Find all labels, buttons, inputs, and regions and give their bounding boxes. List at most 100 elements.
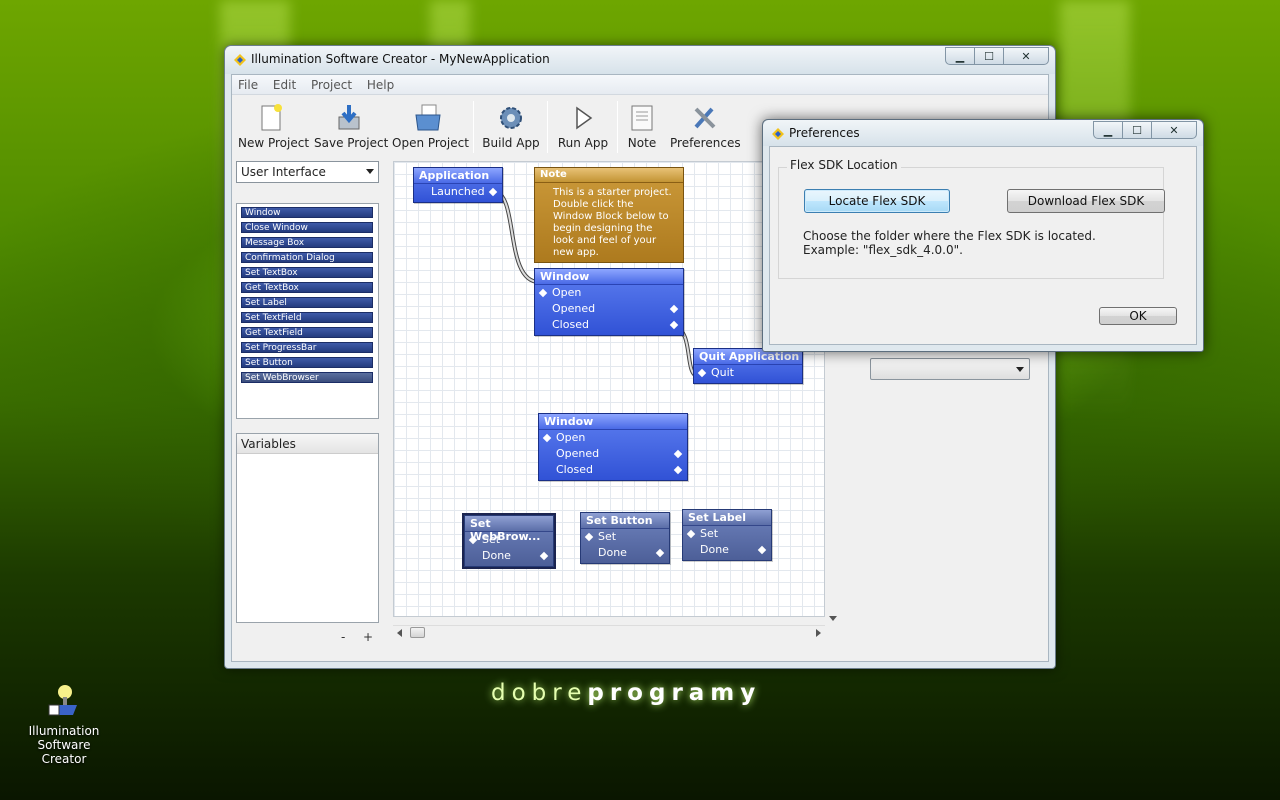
menu-edit[interactable]: Edit xyxy=(267,75,301,92)
minimize-button[interactable]: ▁ xyxy=(945,47,975,65)
set-port[interactable]: Set xyxy=(683,526,771,542)
list-item[interactable]: Set TextField xyxy=(241,312,373,323)
done-port[interactable]: Done xyxy=(465,548,553,564)
illumination-app-icon xyxy=(48,685,77,716)
note-text: This is a starter project. Double click … xyxy=(553,187,672,258)
set-port[interactable]: Set xyxy=(465,532,553,548)
menu-bar: File Edit Project Help xyxy=(232,75,1048,95)
note-icon xyxy=(631,105,653,131)
window-block[interactable]: Window Open Opened Closed xyxy=(534,268,684,336)
dialog-maximize-button[interactable]: ☐ xyxy=(1122,121,1152,139)
new-project-icon xyxy=(261,104,282,131)
list-item[interactable]: Window xyxy=(241,207,373,218)
save-project-icon xyxy=(338,105,360,130)
scroll-thumb[interactable] xyxy=(410,627,425,638)
variables-header: Variables xyxy=(237,434,378,454)
variables-panel: Variables xyxy=(236,433,379,623)
launched-port[interactable]: Launched xyxy=(414,184,502,200)
window-block[interactable]: Window Open Opened Closed xyxy=(538,413,688,481)
scroll-left-icon[interactable] xyxy=(397,629,402,637)
design-canvas[interactable]: Application Launched Note This is a star… xyxy=(393,161,825,617)
quit-application-block[interactable]: Quit Application Quit xyxy=(693,348,803,384)
app-logo-icon xyxy=(772,128,784,140)
done-port[interactable]: Done xyxy=(683,542,771,558)
save-project-button[interactable]: Save Project xyxy=(314,103,388,150)
close-button[interactable]: ✕ xyxy=(1003,47,1049,65)
list-item[interactable]: Get TextBox xyxy=(241,282,373,293)
open-project-icon xyxy=(415,104,441,131)
menu-file[interactable]: File xyxy=(232,75,263,92)
closed-port[interactable]: Closed xyxy=(535,317,683,333)
property-select[interactable] xyxy=(870,358,1030,380)
block-title: Set WebBrow... xyxy=(465,516,553,543)
list-item[interactable]: Set ProgressBar xyxy=(241,342,373,353)
opened-port[interactable]: Opened xyxy=(535,301,683,317)
list-item[interactable]: Set WebBrowser xyxy=(241,372,373,383)
download-flex-sdk-button[interactable]: Download Flex SDK xyxy=(1007,189,1165,213)
application-block[interactable]: Application Launched xyxy=(413,167,503,203)
list-item[interactable]: Set Button xyxy=(241,357,373,368)
list-item[interactable]: Set TextBox xyxy=(241,267,373,278)
watermark: dobreprogramy xyxy=(491,680,762,706)
scroll-right-icon[interactable] xyxy=(816,629,821,637)
category-select[interactable]: User Interface xyxy=(236,161,379,183)
quit-port[interactable]: Quit xyxy=(694,365,802,381)
list-item[interactable]: Message Box xyxy=(241,237,373,248)
open-port[interactable]: Open xyxy=(539,430,687,446)
preferences-button[interactable]: Preferences xyxy=(670,103,741,150)
horizontal-scrollbar[interactable] xyxy=(393,625,825,639)
block-title: Set Label xyxy=(683,510,771,526)
run-app-button[interactable]: Run App xyxy=(556,103,610,150)
note-title: Note xyxy=(535,168,683,183)
list-item[interactable]: Get TextField xyxy=(241,327,373,338)
opened-port[interactable]: Opened xyxy=(539,446,687,462)
desktop-shortcut[interactable]: Illumination Software Creator xyxy=(18,683,110,766)
dialog-close-button[interactable]: ✕ xyxy=(1151,121,1197,139)
category-select-value: User Interface xyxy=(241,165,326,179)
window-title: Illumination Software Creator - MyNewApp… xyxy=(251,52,550,66)
group-label: Flex SDK Location xyxy=(787,158,901,172)
chevron-down-icon xyxy=(1016,367,1024,372)
list-item[interactable]: Close Window xyxy=(241,222,373,233)
menu-help[interactable]: Help xyxy=(361,75,399,92)
toolbar-separator xyxy=(473,101,474,153)
set-webbrowser-block[interactable]: Set WebBrow... Set Done xyxy=(462,513,556,569)
block-title: Window xyxy=(539,414,687,430)
dialog-client-area: Flex SDK Location Locate Flex SDK Downlo… xyxy=(769,146,1197,345)
set-port[interactable]: Set xyxy=(581,529,669,545)
list-item[interactable]: Set Label xyxy=(241,297,373,308)
gear-icon xyxy=(500,107,522,129)
block-title: Window xyxy=(535,269,683,285)
flex-sdk-group: Flex SDK Location xyxy=(778,158,1164,279)
block-title: Application xyxy=(414,168,502,184)
menu-project[interactable]: Project xyxy=(305,75,357,92)
add-variable-button[interactable]: + xyxy=(363,630,373,644)
ok-button[interactable]: OK xyxy=(1099,307,1177,325)
maximize-button[interactable]: ☐ xyxy=(974,47,1004,65)
remove-variable-button[interactable]: - xyxy=(341,630,345,644)
build-app-button[interactable]: Build App xyxy=(482,103,540,150)
help-text: Choose the folder where the Flex SDK is … xyxy=(803,229,1096,257)
dialog-titlebar[interactable]: Preferences ▁ ☐ ✕ xyxy=(763,120,1203,146)
open-port[interactable]: Open xyxy=(535,285,683,301)
block-list: Window Close Window Message Box Confirma… xyxy=(236,203,379,419)
note-button[interactable]: Note xyxy=(624,103,660,150)
closed-port[interactable]: Closed xyxy=(539,462,687,478)
open-project-button[interactable]: Open Project xyxy=(392,103,469,150)
locate-flex-sdk-button[interactable]: Locate Flex SDK xyxy=(804,189,950,213)
list-item[interactable]: Confirmation Dialog xyxy=(241,252,373,263)
note-block[interactable]: Note This is a starter project. Double c… xyxy=(534,167,684,263)
play-icon xyxy=(576,106,593,130)
set-label-block[interactable]: Set Label Set Done xyxy=(682,509,772,561)
tools-icon xyxy=(694,107,716,129)
set-button-block[interactable]: Set Button Set Done xyxy=(580,512,670,564)
done-port[interactable]: Done xyxy=(581,545,669,561)
block-title: Set Button xyxy=(581,513,669,529)
toolbar-separator xyxy=(547,101,548,153)
dialog-minimize-button[interactable]: ▁ xyxy=(1093,121,1123,139)
new-project-button[interactable]: New Project xyxy=(238,103,309,150)
app-logo-icon xyxy=(234,54,246,66)
main-titlebar[interactable]: Illumination Software Creator - MyNewApp… xyxy=(225,46,1055,74)
chevron-down-icon xyxy=(366,169,374,174)
scroll-down-icon[interactable] xyxy=(829,616,837,621)
